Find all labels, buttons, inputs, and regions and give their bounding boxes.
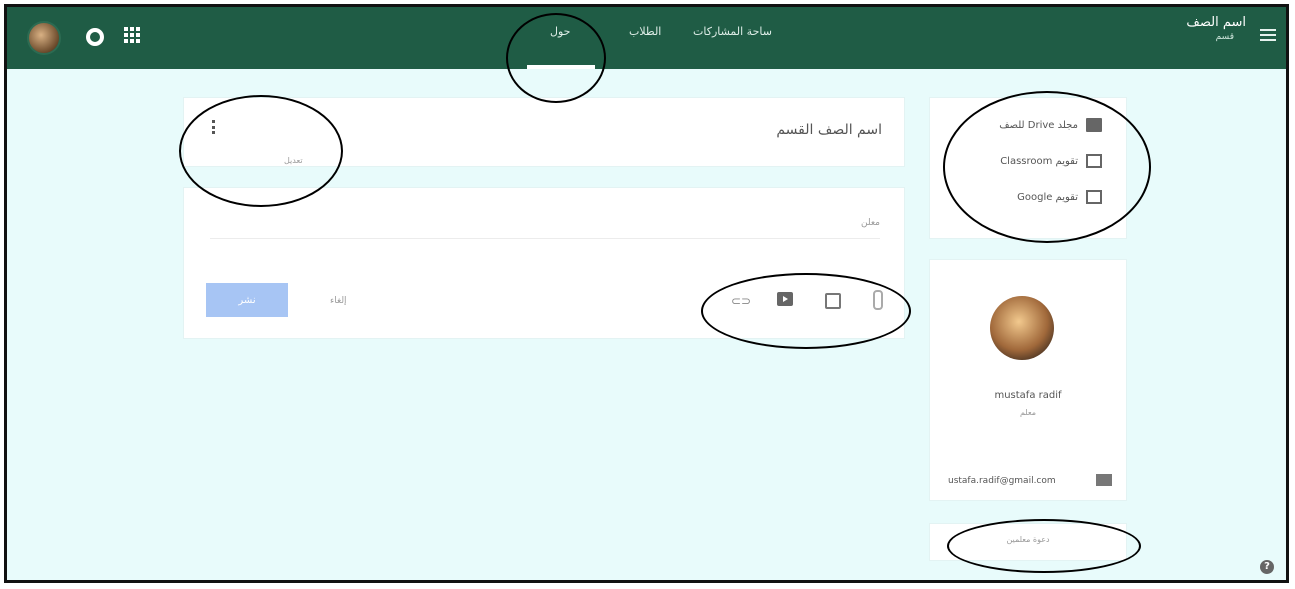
active-tab-indicator	[527, 65, 595, 69]
invite-teachers-button[interactable]: دعوة معلمين	[930, 535, 1126, 544]
post-composer-card: معلن إلغاء	[183, 187, 905, 339]
notifications-icon[interactable]	[86, 28, 104, 46]
course-title: اسم الصف	[1186, 15, 1246, 30]
course-name: اسم الصف القسم	[776, 122, 882, 138]
more-vert-icon[interactable]	[212, 120, 215, 134]
cancel-button[interactable]: إلغاء	[330, 296, 347, 306]
tab-students[interactable]: الطلاب	[629, 25, 661, 38]
edit-link[interactable]: تعديل	[284, 156, 303, 165]
help-icon[interactable]: ?	[1260, 560, 1274, 574]
drive-icon[interactable]	[825, 293, 841, 309]
teacher-role: معلم	[1019, 408, 1037, 417]
post-button[interactable]: نشر	[206, 283, 288, 317]
classroom-window: حول الطلاب ساحة المشاركات اسم الصف قسم ا…	[4, 4, 1289, 583]
classroom-calendar-link[interactable]: تقويم Classroom	[1000, 154, 1102, 168]
teacher-email[interactable]: ustafa.radif@gmail.com	[948, 476, 1056, 486]
class-links-card: مجلد Drive للصف تقويم Classroom تقويم Go…	[929, 97, 1127, 239]
drive-folder-link[interactable]: مجلد Drive للصف	[999, 118, 1102, 132]
youtube-icon[interactable]	[777, 292, 793, 306]
tab-stream[interactable]: ساحة المشاركات	[693, 25, 772, 38]
invite-teachers-card[interactable]: دعوة معلمين	[929, 523, 1127, 561]
calendar-icon	[1086, 154, 1102, 168]
account-avatar[interactable]	[27, 21, 61, 55]
google-calendar-link[interactable]: تقويم Google	[1017, 190, 1102, 204]
announce-input[interactable]: معلن	[861, 218, 880, 228]
hamburger-menu-icon[interactable]	[1260, 29, 1276, 41]
course-section: قسم	[1215, 32, 1234, 42]
external-link-icon	[1086, 190, 1102, 204]
input-underline	[210, 238, 880, 239]
tab-about[interactable]: حول	[550, 25, 570, 38]
teacher-avatar	[990, 296, 1054, 360]
link-icon[interactable]: ⊂⊃	[731, 294, 751, 308]
course-info-card: اسم الصف القسم تعديل	[183, 97, 905, 167]
teacher-name: mustafa radif	[994, 390, 1062, 401]
folder-icon	[1086, 118, 1102, 132]
attachment-icon[interactable]	[873, 290, 883, 310]
email-icon[interactable]	[1096, 474, 1112, 486]
teacher-card: mustafa radif معلم ustafa.radif@gmail.co…	[929, 259, 1127, 501]
top-app-bar: حول الطلاب ساحة المشاركات اسم الصف قسم	[7, 7, 1286, 69]
apps-grid-icon[interactable]	[124, 27, 140, 43]
